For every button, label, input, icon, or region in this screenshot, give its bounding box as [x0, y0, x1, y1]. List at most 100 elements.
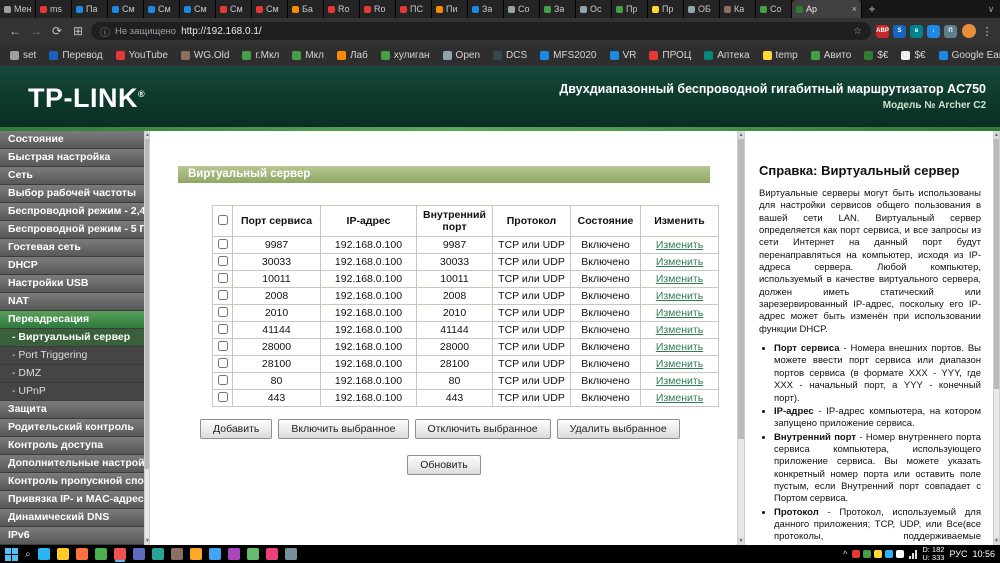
refresh-button[interactable]: Обновить: [407, 455, 481, 475]
row-checkbox[interactable]: [218, 341, 228, 351]
bookmark-item[interactable]: temp: [763, 50, 798, 61]
security-info-icon[interactable]: ⓘ: [100, 24, 110, 39]
taskbar-app-icon[interactable]: [38, 548, 50, 560]
browser-tab[interactable]: За: [540, 0, 576, 18]
security-badge[interactable]: Не защищено: [115, 26, 176, 37]
sidebar-item[interactable]: - UPnP: [0, 383, 144, 401]
row-checkbox[interactable]: [218, 358, 228, 368]
sidebar-item[interactable]: Контроль пропускной способности: [0, 473, 144, 491]
extension-icon[interactable]: S: [893, 25, 906, 38]
forward-icon[interactable]: →: [28, 24, 44, 38]
browser-tab[interactable]: Со: [756, 0, 792, 18]
row-checkbox[interactable]: [218, 290, 228, 300]
browser-tab[interactable]: Ro: [360, 0, 396, 18]
new-tab-button[interactable]: +: [862, 0, 882, 18]
row-checkbox[interactable]: [218, 256, 228, 266]
tray-app-icon[interactable]: [852, 550, 860, 558]
sidebar-item[interactable]: NAT: [0, 293, 144, 311]
sidebar-item[interactable]: Родительский контроль: [0, 419, 144, 437]
edit-link[interactable]: Изменить: [656, 290, 703, 302]
action-button[interactable]: Включить выбранное: [278, 419, 408, 439]
bookmark-item[interactable]: г.Мкл: [242, 50, 279, 61]
browser-tab[interactable]: Ба: [288, 0, 324, 18]
sidebar-item[interactable]: Защита: [0, 401, 144, 419]
edit-link[interactable]: Изменить: [656, 392, 703, 404]
bookmark-item[interactable]: YouTube: [116, 50, 168, 61]
back-icon[interactable]: ←: [7, 24, 23, 38]
row-checkbox[interactable]: [218, 307, 228, 317]
row-checkbox[interactable]: [218, 375, 228, 385]
taskbar-app-icon[interactable]: [76, 548, 88, 560]
row-checkbox[interactable]: [218, 324, 228, 334]
browser-tab[interactable]: См: [144, 0, 180, 18]
browser-tab[interactable]: Пр: [648, 0, 684, 18]
bookmark-item[interactable]: VR: [610, 50, 637, 61]
extension-icon[interactable]: ↓: [927, 25, 940, 38]
profile-avatar[interactable]: [962, 24, 976, 38]
sidebar-item[interactable]: DHCP: [0, 257, 144, 275]
bookmark-item[interactable]: $€: [864, 50, 888, 61]
bookmark-item[interactable]: WG.Old: [181, 50, 230, 61]
bookmark-item[interactable]: Google Earth: [939, 50, 1000, 61]
net-speed-widget[interactable]: D: 182 U: 333: [922, 546, 944, 562]
browser-tab[interactable]: Ro: [324, 0, 360, 18]
taskbar-app-icon[interactable]: [190, 548, 202, 560]
browser-tab[interactable]: Со: [504, 0, 540, 18]
browser-tab[interactable]: Ос: [576, 0, 612, 18]
browser-tab[interactable]: ms: [36, 0, 72, 18]
tab-search-icon[interactable]: ∨: [982, 0, 1000, 18]
edit-link[interactable]: Изменить: [656, 239, 703, 251]
sidebar-item[interactable]: Переадресация: [0, 311, 144, 329]
browser-tab[interactable]: Пр: [612, 0, 648, 18]
taskbar-app-icon[interactable]: [133, 548, 145, 560]
sidebar-item[interactable]: Привязка IP- и MAC-адресов: [0, 491, 144, 509]
sidebar-item[interactable]: Контроль доступа: [0, 437, 144, 455]
taskbar-app-icon[interactable]: [266, 548, 278, 560]
sidebar-item[interactable]: Беспроводной режим - 2,4 ГГц: [0, 203, 144, 221]
reload-icon[interactable]: ⟳: [49, 24, 65, 38]
sidebar-item[interactable]: - Port Triggering: [0, 347, 144, 365]
bookmark-item[interactable]: хулиган: [381, 50, 430, 61]
sidebar-item[interactable]: Настройки USB: [0, 275, 144, 293]
sidebar-scrollbar[interactable]: ▲▼: [144, 131, 150, 545]
language-indicator[interactable]: РУС: [949, 549, 967, 559]
extension-icon[interactable]: П: [944, 25, 957, 38]
help-scrollbar[interactable]: ▲▼: [993, 131, 1000, 545]
address-bar[interactable]: ⓘ Не защищено http://192.168.0.1/ ☆: [91, 22, 871, 40]
sidebar-item[interactable]: Беспроводной режим - 5 ГГц: [0, 221, 144, 239]
row-checkbox[interactable]: [218, 392, 228, 402]
edit-link[interactable]: Изменить: [656, 256, 703, 268]
bookmark-item[interactable]: ПРОЦ: [649, 50, 691, 61]
edit-link[interactable]: Изменить: [656, 307, 703, 319]
bookmark-item[interactable]: set: [10, 50, 36, 61]
browser-tab[interactable]: См: [180, 0, 216, 18]
browser-tab[interactable]: ОБ: [684, 0, 720, 18]
bookmark-item[interactable]: Перевод: [49, 50, 102, 61]
taskbar-app-icon[interactable]: [228, 548, 240, 560]
url-text[interactable]: http://192.168.0.1/: [181, 26, 262, 37]
bookmark-item[interactable]: Open: [443, 50, 480, 61]
extension-icon[interactable]: в: [910, 25, 923, 38]
tab-close-icon[interactable]: ×: [852, 5, 857, 14]
edit-link[interactable]: Изменить: [656, 358, 703, 370]
tray-app-icon[interactable]: [885, 550, 893, 558]
tray-app-icon[interactable]: [874, 550, 882, 558]
browser-tab[interactable]: Пи: [432, 0, 468, 18]
sidebar-item[interactable]: Сеть: [0, 167, 144, 185]
taskbar-app-icon[interactable]: [285, 548, 297, 560]
browser-tab[interactable]: За: [468, 0, 504, 18]
sidebar-item[interactable]: Дополнительные настройки маршрутизации: [0, 455, 144, 473]
extension-icon[interactable]: ABP: [876, 25, 889, 38]
bookmark-item[interactable]: Мкл: [292, 50, 324, 61]
start-button-icon[interactable]: [5, 548, 18, 561]
bookmark-item[interactable]: Лаб: [337, 50, 368, 61]
edit-link[interactable]: Изменить: [656, 341, 703, 353]
taskbar-app-icon[interactable]: [171, 548, 183, 560]
taskbar-app-icon[interactable]: [57, 548, 69, 560]
sidebar-item[interactable]: Быстрая настройка: [0, 149, 144, 167]
bookmark-star-icon[interactable]: ☆: [853, 26, 862, 37]
browser-tab[interactable]: Ар ×: [792, 0, 862, 18]
browser-tab[interactable]: ПС: [396, 0, 432, 18]
taskbar-app-icon[interactable]: [247, 548, 259, 560]
browser-tab[interactable]: Па: [72, 0, 108, 18]
